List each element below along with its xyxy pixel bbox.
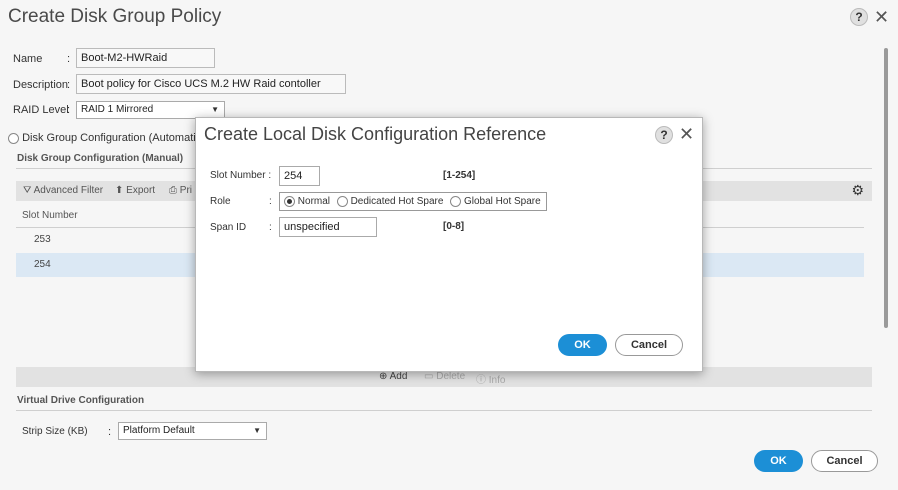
help-icon[interactable]: ? [655, 126, 673, 144]
span-id-colon: : [269, 222, 272, 233]
delete-icon: ▭ [424, 371, 434, 382]
raid-level-colon: : [67, 104, 71, 116]
print-button[interactable]: ⎙ Pri [169, 185, 192, 196]
print-icon: ⎙ [169, 185, 177, 196]
role-option-global-hot-spare[interactable]: Global Hot Spare [450, 193, 541, 210]
raid-level-value: RAID 1 Mirrored [81, 104, 154, 115]
role-option-dedicated-hot-spare[interactable]: Dedicated Hot Spare [336, 193, 443, 210]
auto-config-label: Disk Group Configuration (Automatic) [22, 132, 205, 144]
close-icon[interactable]: ✕ [679, 125, 694, 143]
export-button[interactable]: ⬆ Export [115, 185, 155, 196]
span-id-label: Span ID [210, 222, 247, 233]
info-button[interactable]: ⓘ Info [476, 371, 505, 386]
role-colon: : [269, 196, 272, 207]
dialog-ok-button[interactable]: OK [558, 334, 607, 356]
role-radio-group: Normal Dedicated Hot Spare Global Hot Sp… [279, 192, 547, 211]
delete-button[interactable]: ▭ Delete [424, 371, 465, 382]
add-icon: ⊕ [379, 371, 388, 382]
span-id-range: [0-8] [443, 221, 465, 232]
slot-number-column-header[interactable]: Slot Number [22, 210, 78, 221]
gear-icon[interactable]: ⚙ [851, 182, 864, 199]
slot-number-label: Slot Number : [210, 170, 272, 181]
strip-size-select[interactable]: Platform Default ▼ [118, 422, 267, 440]
strip-size-colon: : [108, 426, 112, 438]
chevron-down-icon: ▼ [211, 105, 219, 114]
dialog-title: Create Local Disk Configuration Referenc… [204, 124, 547, 144]
role-dedicated-radio[interactable] [336, 196, 348, 207]
role-option-normal[interactable]: Normal [284, 193, 330, 210]
filter-icon: ⛛ [23, 185, 32, 196]
create-local-disk-dialog: Create Local Disk Configuration Referenc… [195, 117, 703, 372]
auto-config-option[interactable]: Disk Group Configuration (Automatic) [8, 132, 205, 144]
page-title: Create Disk Group Policy [8, 6, 222, 27]
close-icon[interactable]: ✕ [874, 8, 889, 26]
advanced-filter-button[interactable]: ⛛ Advanced Filter [23, 185, 103, 196]
add-button[interactable]: ⊕ Add [379, 371, 407, 382]
description-field[interactable]: Boot policy for Cisco UCS M.2 HW Raid co… [76, 74, 346, 94]
slot-number-range: [1-254] [443, 170, 476, 181]
slot-number-field[interactable]: 254 [279, 166, 320, 186]
ok-button[interactable]: OK [754, 450, 803, 472]
cancel-button[interactable]: Cancel [811, 450, 878, 472]
info-icon: ⓘ [476, 375, 486, 386]
export-icon: ⬆ [115, 185, 124, 196]
role-label: Role [210, 196, 231, 207]
strip-size-value: Platform Default [123, 425, 195, 436]
role-normal-radio[interactable] [284, 196, 295, 207]
manual-config-section-title: Disk Group Configuration (Manual) [17, 153, 184, 164]
scrollbar[interactable] [884, 48, 888, 328]
strip-size-label: Strip Size (KB) [22, 426, 88, 437]
description-label: Description [13, 79, 69, 91]
name-field[interactable]: Boot-M2-HWRaid [76, 48, 215, 68]
name-label: Name [13, 53, 43, 65]
auto-config-radio[interactable] [8, 132, 19, 144]
virtual-drive-section-title: Virtual Drive Configuration [17, 395, 145, 406]
divider [16, 410, 872, 411]
description-colon: : [67, 79, 71, 91]
name-colon: : [67, 53, 71, 65]
dialog-cancel-button[interactable]: Cancel [615, 334, 683, 356]
span-id-field[interactable]: unspecified [279, 217, 377, 237]
help-icon[interactable]: ? [850, 8, 868, 26]
chevron-down-icon: ▼ [253, 426, 261, 435]
role-global-radio[interactable] [450, 196, 462, 207]
raid-level-label: RAID Level [13, 104, 69, 116]
